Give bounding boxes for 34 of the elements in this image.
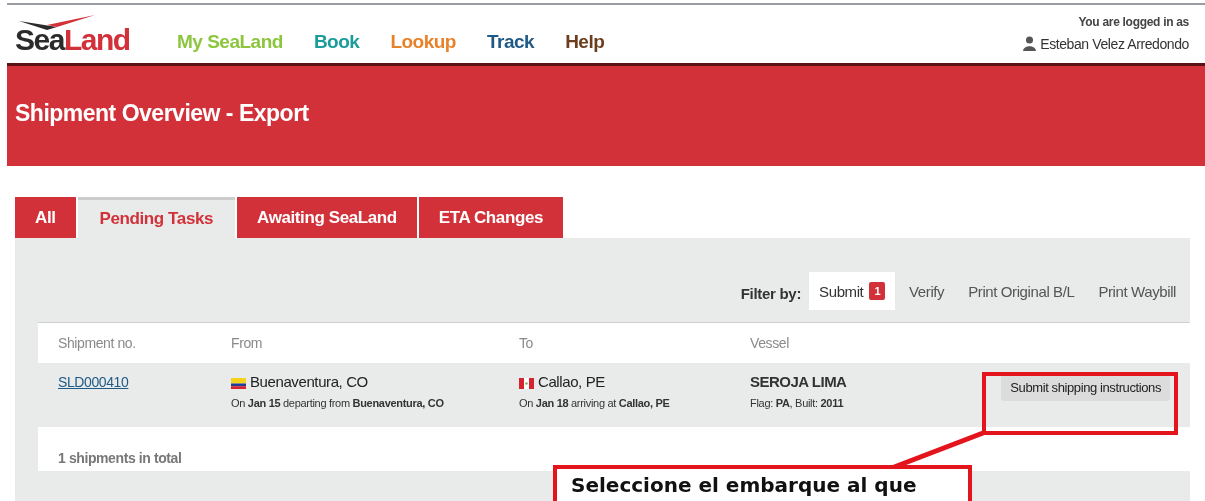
tab[interactable]: Pending Tasks [77, 197, 236, 238]
logo[interactable]: SeaLand [15, 15, 127, 53]
flag-icon [231, 377, 246, 389]
tab[interactable]: Awaiting SeaLand [237, 197, 417, 238]
nav-link[interactable]: Book [313, 31, 360, 53]
filter-label: Filter by: [740, 284, 802, 302]
filter-option[interactable]: Verify [899, 272, 955, 310]
column-header: Shipment no. [58, 335, 137, 351]
route-detail: On Jan 18 arriving at Callao, PE [519, 397, 671, 409]
filter-option[interactable]: Print Original B/L [958, 272, 1085, 310]
vessel-name: SEROJA LIMA [750, 373, 848, 390]
count-badge: 1 [869, 282, 886, 300]
tab[interactable]: ETA Changes [418, 197, 563, 238]
filter-option[interactable]: Print Waybill [1088, 272, 1186, 310]
flag-icon [519, 377, 534, 389]
shipment-link[interactable]: SLD000410 [58, 374, 129, 390]
place-name: Buenaventura, CO [250, 373, 368, 390]
callout-text: Seleccione el embarque al que [553, 465, 972, 501]
login-caption: You are logged in as [1078, 14, 1189, 29]
route-detail: On Jan 15 departing from Buenaventura, CO [231, 397, 445, 409]
column-header: Vessel [750, 335, 790, 351]
page-title: Shipment Overview - Export [15, 100, 309, 127]
column-header: To [519, 335, 534, 351]
shipment-count: 1 shipments in total [58, 450, 182, 468]
nav-link[interactable]: Track [487, 31, 535, 53]
filter-option[interactable]: Submit 1 [809, 272, 896, 310]
place-name: Callao, PE [538, 373, 605, 390]
submit-button[interactable]: Submit shipping instructions [1001, 374, 1170, 401]
nav-link[interactable]: Help [565, 31, 605, 53]
column-header: From [231, 335, 264, 351]
vessel-detail: Flag: PA, Built: 2011 [750, 397, 845, 409]
user-name[interactable]: Esteban Velez Arredondo [1040, 35, 1189, 52]
user-icon [1023, 36, 1037, 51]
tab[interactable]: All [15, 197, 76, 238]
